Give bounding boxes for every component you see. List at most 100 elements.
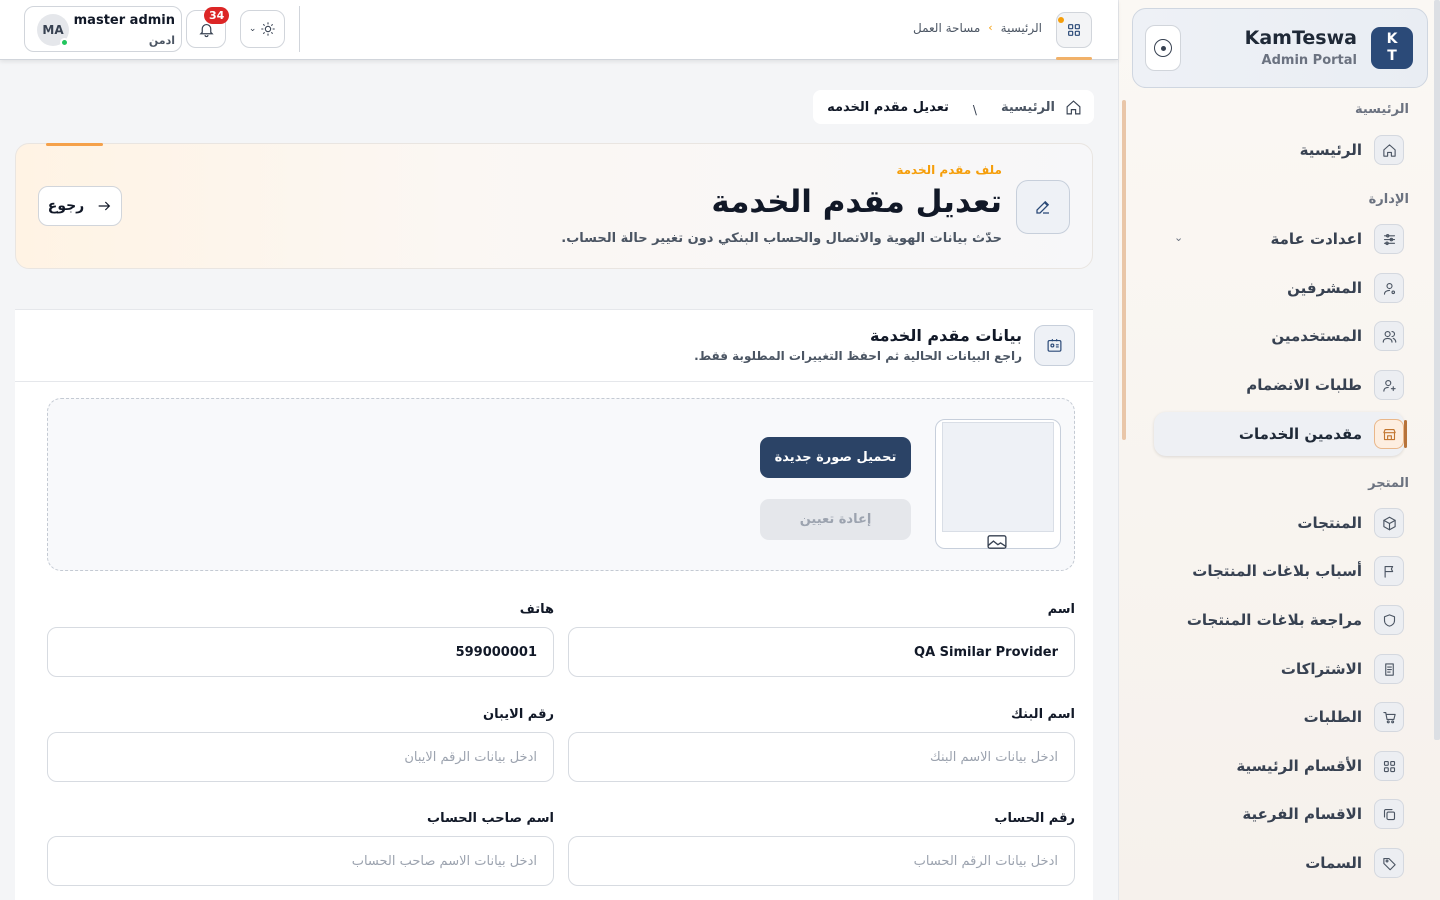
sidebar-item-join-requests[interactable]: طلبات الانضمام [1154,363,1404,407]
sun-icon [261,22,275,36]
phone-label: هاتف [519,602,554,617]
image-icon [987,535,1007,549]
copy-icon [1374,799,1404,829]
account-number-label: رقم الحساب [994,811,1075,826]
breadcrumb-separator: \ [972,103,977,117]
chevron-down-icon: ⌄ [248,24,257,34]
grid-icon [1068,24,1080,36]
sidebar-scrollbar[interactable] [1434,0,1440,740]
arrow-right-icon [98,201,111,211]
divider [299,6,300,52]
back-button-label: رجوع [47,198,85,214]
user-role: ادمن [148,34,175,47]
sidebar-item-sub-categories[interactable]: الاقسام الفرعية [1154,792,1404,836]
brand-name: KamTeswa [1244,27,1357,49]
sidebar-item-label: طلبات الانضمام [1246,376,1362,394]
sidebar-item-home[interactable]: الرئيسية [1154,128,1404,172]
sidebar-item-products[interactable]: المنتجات [1154,501,1404,545]
sidebar-item-label: الاقسام الفرعية [1242,805,1362,823]
workspace-button[interactable] [1056,12,1092,48]
section-store: المتجر [1368,476,1409,491]
bank-name-field[interactable] [568,732,1075,782]
account-holder-field[interactable] [47,836,554,886]
breadcrumb: الرئيسية \ تعديل مقدم الخدمه [813,90,1094,124]
sidebar-item-label: السمات [1305,854,1362,872]
tag-icon [1374,848,1404,878]
account-number-field[interactable] [568,836,1075,886]
section-home: الرئيسية [1354,102,1409,117]
section-admin: الإدارة [1368,192,1409,207]
provider-form-card: بيانات مقدم الخدمة راجع البيانات الحالية… [15,309,1093,900]
notifications-badge: 34 [204,7,230,24]
reset-image-button[interactable]: إعادة تعيين [760,499,911,540]
chevron-down-icon[interactable]: ⌄ [1174,231,1183,244]
sidebar-item-label: الرئيسية [1299,141,1362,159]
chevron-left-icon: › [988,21,993,34]
form-subtitle: راجع البيانات الحالية ثم احفظ التغييرات … [694,349,1022,363]
sidebar-item-main-categories[interactable]: الأقسام الرئيسية [1154,744,1404,788]
sidebar-item-subscriptions[interactable]: الاشتراكات [1154,647,1404,691]
page-header-card: ملف مقدم الخدمة تعديل مقدم الخدمة حدّث ب… [15,143,1093,269]
target-icon [1154,39,1172,57]
indicator-dot [1058,17,1064,23]
top-breadcrumb-home[interactable]: الرئيسية [1001,21,1042,35]
sidebar-item-users[interactable]: المستخدمين [1154,314,1404,358]
page-description: حدّث بيانات الهوية والاتصال والحساب البن… [561,231,1002,246]
sidebar-item-settings[interactable]: اعدادت عامة ⌄ [1154,217,1404,261]
sidebar-item-label: مراجعة بلاغات المنتجات [1186,611,1362,629]
breadcrumb-current: تعديل مقدم الخدمه [827,99,949,115]
sidebar-item-label: الاشتراكات [1280,660,1362,678]
box-icon [1374,508,1404,538]
sidebar-item-orders[interactable]: الطلبات [1154,695,1404,739]
top-breadcrumb: الرئيسية › مساحة العمل [913,21,1042,35]
page-eyebrow: ملف مقدم الخدمة [896,163,1002,177]
id-card-icon [1034,325,1075,366]
active-indicator [1056,57,1092,60]
user-key-icon [1374,273,1404,303]
home-icon[interactable] [1065,99,1082,116]
image-preview[interactable] [935,419,1061,549]
sidebar-item-label: المستخدمين [1271,327,1362,345]
theme-toggle-button[interactable]: ⌄ [240,10,285,48]
home-icon [1374,135,1404,165]
account-holder-label: اسم صاحب الحساب [427,811,554,826]
sidebar-item-label: المنتجات [1297,514,1362,532]
online-status-dot [60,38,69,47]
brand-card: K T KamTeswa Admin Portal [1132,8,1428,88]
phone-field[interactable] [47,627,554,677]
sidebar-item-attributes[interactable]: السمات [1154,841,1404,885]
image-placeholder [942,422,1054,532]
sidebar-item-supervisors[interactable]: المشرفين [1154,266,1404,310]
sidebar-item-label: الطلبات [1303,708,1362,726]
image-upload-zone[interactable]: تحميل صورة جديدة إعادة تعيين [47,398,1075,571]
user-plus-icon [1374,370,1404,400]
sidebar-item-report-review[interactable]: مراجعة بلاغات المنتجات [1154,598,1404,642]
sidebar-item-report-reasons[interactable]: أسباب بلاغات المنتجات [1154,549,1404,593]
sidebar-item-label: المشرفين [1287,279,1362,297]
name-field[interactable] [568,627,1075,677]
edit-icon [1036,200,1050,214]
edit-icon-badge [1016,180,1070,234]
users-icon [1374,321,1404,351]
bank-name-label: اسم البنك [1010,707,1075,722]
divider [15,381,1093,382]
user-menu[interactable]: MA master admin ادمن [24,6,182,52]
iban-field[interactable] [47,732,554,782]
brand-logo: K T [1371,27,1413,69]
back-button[interactable]: رجوع [38,186,122,226]
sidebar: K T KamTeswa Admin Portal الرئيسية الرئي… [1118,0,1440,900]
brand-subtitle: Admin Portal [1261,53,1357,68]
form-title: بيانات مقدم الخدمة [869,326,1022,345]
breadcrumb-home[interactable]: الرئيسية [1001,100,1055,115]
cart-icon [1374,702,1404,732]
sidebar-item-providers[interactable]: مقدمين الخدمات [1154,412,1407,456]
upload-image-button[interactable]: تحميل صورة جديدة [760,437,911,478]
receipt-icon [1374,654,1404,684]
store-icon [1374,419,1404,449]
top-breadcrumb-current: مساحة العمل [912,21,981,35]
sidebar-item-label: أسباب بلاغات المنتجات [1192,562,1362,580]
sidebar-scroll-thumb[interactable] [1122,100,1126,440]
sidebar-item-label: اعدادت عامة [1270,230,1362,248]
sidebar-toggle-button[interactable] [1145,25,1181,71]
page-title: تعديل مقدم الخدمة [711,184,1002,220]
